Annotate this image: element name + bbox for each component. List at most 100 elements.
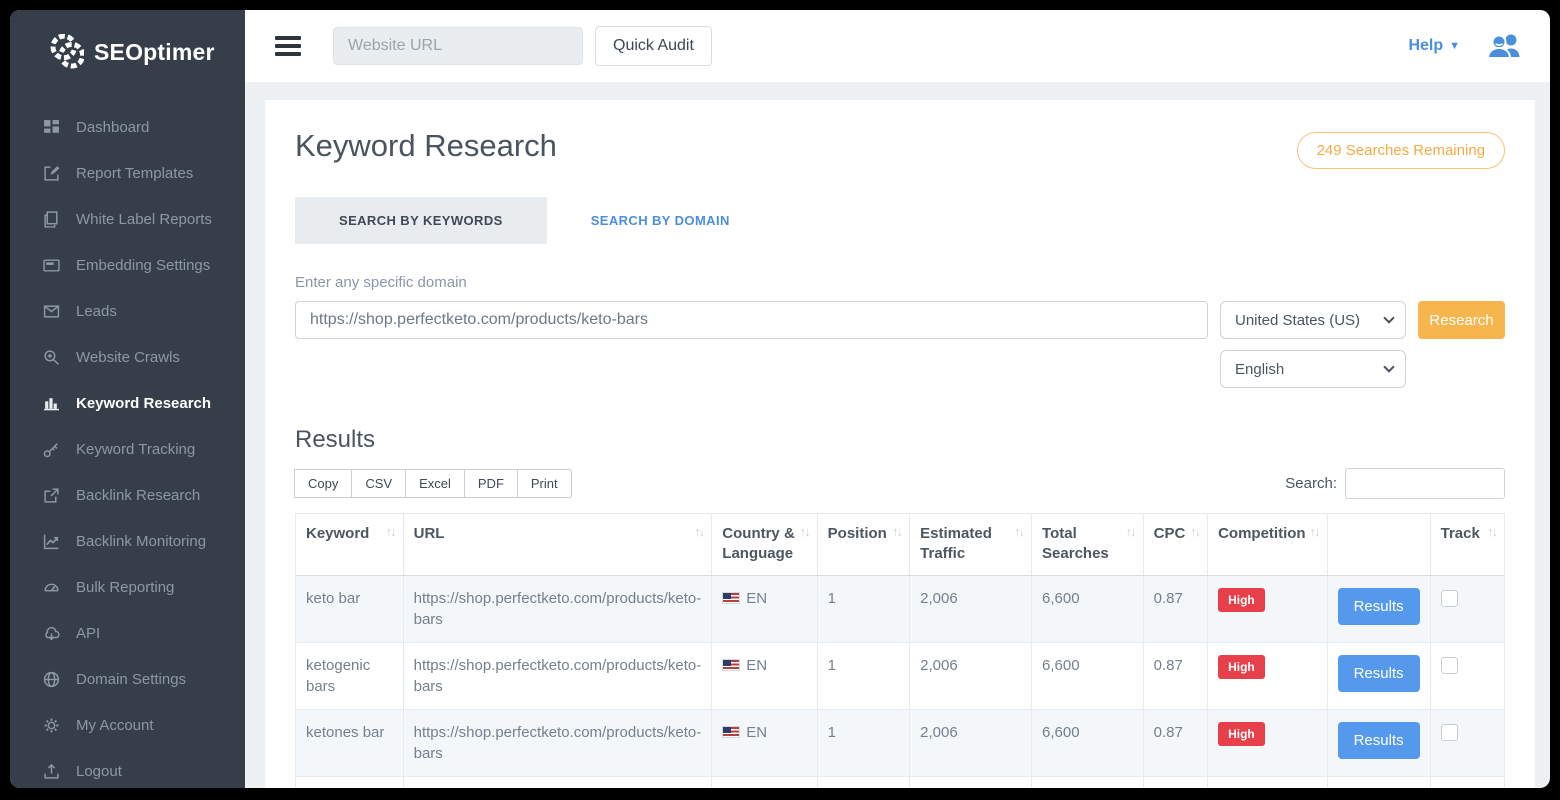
help-menu[interactable]: Help ▼	[1408, 37, 1460, 55]
caret-down-icon: ▼	[1449, 40, 1460, 52]
sidebar-item[interactable]: Domain Settings	[10, 656, 245, 702]
sidebar-item[interactable]: Bulk Reporting	[10, 564, 245, 610]
column-header[interactable]: ↑↓	[1327, 514, 1430, 576]
domain-settings-icon	[42, 670, 60, 688]
cell-traffic: 2,006	[910, 642, 1032, 709]
sidebar-item[interactable]: Keyword Tracking	[10, 426, 245, 472]
sidebar-item-label: Backlink Research	[76, 487, 200, 504]
topbar-right: Help ▼	[1408, 33, 1522, 59]
column-header[interactable]: Total Searches ↑↓	[1032, 514, 1144, 576]
sidebar-item-label: Embedding Settings	[76, 257, 210, 274]
export-button[interactable]: PDF	[464, 469, 518, 498]
logo[interactable]: SEOptimer	[10, 10, 245, 96]
export-button[interactable]: Print	[517, 469, 572, 498]
website-url-input[interactable]	[333, 27, 583, 65]
hamburger-menu-icon[interactable]	[275, 36, 301, 56]
sidebar-nav: Dashboard Report Templates White Label R…	[10, 96, 245, 788]
cell-position: 1	[817, 709, 910, 776]
searches-remaining-badge: 249 Searches Remaining	[1297, 132, 1505, 169]
sidebar-item-label: Leads	[76, 303, 117, 320]
column-header[interactable]: URL ↑↓	[403, 514, 712, 576]
cell-cpc: 0.87	[1143, 776, 1207, 788]
cell-traffic: 1,069	[910, 776, 1032, 788]
cell-traffic: 2,006	[910, 709, 1032, 776]
cell-position: 1	[817, 642, 910, 709]
row-results-button[interactable]: Results	[1338, 588, 1420, 625]
cell-searches: 6,600	[1032, 642, 1144, 709]
cell-traffic: 2,006	[910, 575, 1032, 642]
results-heading: Results	[295, 426, 1505, 454]
track-checkbox[interactable]	[1441, 724, 1458, 741]
cell-url: https://shop.perfectketo.com/products/ke…	[403, 776, 712, 788]
us-flag-icon	[722, 659, 740, 671]
column-label: Country & Language	[722, 524, 795, 565]
cell-keyword: ketogenic bars	[296, 642, 404, 709]
sidebar-item-label: Keyword Tracking	[76, 441, 195, 458]
sidebar-item[interactable]: Backlink Monitoring	[10, 518, 245, 564]
track-checkbox[interactable]	[1441, 657, 1458, 674]
table-header-row: Keyword ↑↓ URL ↑↓	[296, 514, 1505, 576]
country-select[interactable]: United States (US)	[1220, 301, 1406, 339]
sidebar-item[interactable]: API	[10, 610, 245, 656]
sidebar-item[interactable]: Website Crawls	[10, 334, 245, 380]
cell-country: EN	[712, 776, 817, 788]
competition-badge: High	[1218, 722, 1265, 747]
tabs: Search by keywordsSearch by domain	[295, 197, 1505, 244]
sidebar-item[interactable]: Dashboard	[10, 104, 245, 150]
sort-icon: ↑↓	[1483, 524, 1496, 539]
sidebar: SEOptimer Dashboard Report Templates Whi…	[10, 10, 245, 788]
my-account-icon	[42, 716, 60, 734]
cell-keyword: ketones bar	[296, 709, 404, 776]
sort-icon: ↑↓	[382, 524, 395, 539]
column-header[interactable]: Competition ↑↓	[1208, 514, 1328, 576]
sidebar-item[interactable]: Backlink Research	[10, 472, 245, 518]
table-search-label: Search:	[1285, 475, 1337, 492]
sidebar-item[interactable]: Logout	[10, 748, 245, 788]
column-header[interactable]: Track ↑↓	[1430, 514, 1504, 576]
export-button[interactable]: CSV	[351, 469, 406, 498]
sidebar-item[interactable]: My Account	[10, 702, 245, 748]
cell-position: 1	[817, 575, 910, 642]
logo-text: SEOptimer	[94, 39, 215, 66]
table-body: keto bar https://shop.perfectketo.com/pr…	[296, 575, 1505, 788]
tab[interactable]: Search by domain	[547, 197, 774, 244]
sidebar-item[interactable]: Embedding Settings	[10, 242, 245, 288]
column-header[interactable]: CPC ↑↓	[1143, 514, 1207, 576]
column-label: CPC	[1154, 524, 1186, 544]
sidebar-item-label: Logout	[76, 763, 122, 780]
sort-icon: ↑↓	[1186, 524, 1199, 539]
table-row: ketones bar https://shop.perfectketo.com…	[296, 709, 1505, 776]
cell-track	[1430, 709, 1504, 776]
table-search-input[interactable]	[1345, 468, 1505, 499]
column-header[interactable]: Position ↑↓	[817, 514, 910, 576]
quick-audit-button[interactable]: Quick Audit	[595, 26, 712, 66]
cell-searches: 6,600	[1032, 776, 1144, 788]
export-button[interactable]: Excel	[405, 469, 465, 498]
account-users-icon[interactable]	[1486, 33, 1522, 59]
cell-url: https://shop.perfectketo.com/products/ke…	[403, 709, 712, 776]
domain-input[interactable]	[295, 301, 1208, 339]
column-header[interactable]: Country & Language ↑↓	[712, 514, 817, 576]
research-button[interactable]: Research	[1418, 301, 1505, 339]
sidebar-item[interactable]: Leads	[10, 288, 245, 334]
sidebar-item[interactable]: Report Templates	[10, 150, 245, 196]
sidebar-item[interactable]: Keyword Research	[10, 380, 245, 426]
cell-track	[1430, 776, 1504, 788]
track-checkbox[interactable]	[1441, 590, 1458, 607]
us-flag-icon	[722, 726, 740, 738]
column-header[interactable]: Estimated Traffic ↑↓	[910, 514, 1032, 576]
cell-cpc: 0.87	[1143, 642, 1207, 709]
cell-competition: High	[1208, 642, 1328, 709]
row-results-button[interactable]: Results	[1338, 722, 1420, 759]
language-select-wrap: English	[1220, 350, 1406, 388]
language-select[interactable]: English	[1220, 350, 1406, 388]
cell-action: Results	[1327, 776, 1430, 788]
dashboard-icon	[42, 118, 60, 136]
column-header[interactable]: Keyword ↑↓	[296, 514, 404, 576]
table-row: ketogenic bars https://shop.perfectketo.…	[296, 642, 1505, 709]
tab[interactable]: Search by keywords	[295, 197, 547, 244]
sidebar-item[interactable]: White Label Reports	[10, 196, 245, 242]
export-button[interactable]: Copy	[294, 469, 352, 498]
row-results-button[interactable]: Results	[1338, 655, 1420, 692]
sidebar-item-label: Backlink Monitoring	[76, 533, 206, 550]
